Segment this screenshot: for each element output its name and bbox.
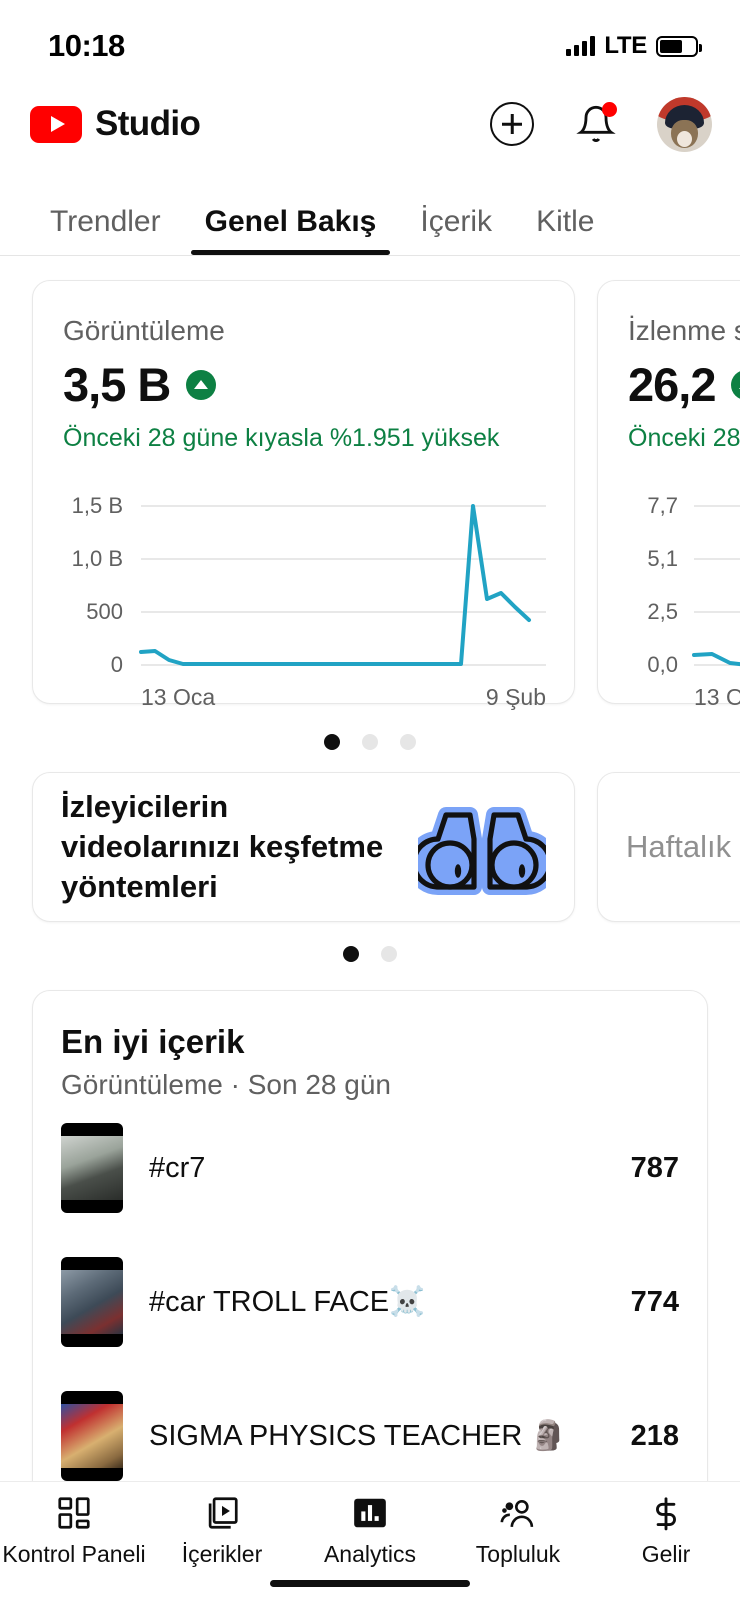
app-title: Studio bbox=[95, 104, 201, 143]
tip-card-weekly[interactable]: Haftalık bbox=[597, 772, 740, 922]
network-type-label: LTE bbox=[604, 32, 647, 59]
app-bar-actions bbox=[489, 96, 712, 152]
app-screen: 10:18 LTE Studio Trendler Genel Bakış İç… bbox=[0, 0, 740, 1601]
notification-badge bbox=[602, 102, 617, 117]
plus-circle-icon bbox=[490, 102, 534, 146]
status-bar-indicators: LTE bbox=[566, 32, 702, 60]
tab-kitle[interactable]: Kitle bbox=[514, 205, 616, 255]
y-tick-0: 0,0 bbox=[647, 652, 678, 677]
bar-chart-icon bbox=[354, 1498, 386, 1528]
nav-label: Analytics bbox=[323, 1541, 417, 1567]
metric-carousel[interactable]: Görüntüleme 3,5 B Önceki 28 güne kıyasla… bbox=[0, 256, 740, 710]
metric-label: Görüntüleme bbox=[63, 315, 225, 346]
y-tick-2: 1,0 B bbox=[72, 546, 123, 571]
create-button[interactable] bbox=[489, 101, 535, 147]
views-line-chart: 1,5 B 1,0 B 500 0 13 Oca 9 Şub bbox=[63, 487, 546, 710]
dashboard-icon bbox=[58, 1497, 90, 1529]
tab-genel-bakis[interactable]: Genel Bakış bbox=[183, 205, 399, 255]
carousel-dot-2[interactable] bbox=[362, 734, 378, 750]
metric-delta: Önceki 28 güne kıyasla %1.951 yüksek bbox=[63, 424, 500, 452]
table-row[interactable]: #cr7 787 bbox=[61, 1101, 679, 1235]
carousel-dot-1[interactable] bbox=[324, 734, 340, 750]
nav-label: Kontrol Paneli bbox=[2, 1541, 146, 1567]
y-tick-3: 7,7 bbox=[647, 493, 678, 518]
watchtime-line-chart: 7,7 5,1 2,5 0,0 13 Oca bbox=[628, 487, 740, 710]
nav-label: İçerikler bbox=[181, 1541, 263, 1567]
nav-label: Gelir bbox=[641, 1541, 691, 1567]
table-row[interactable]: #car TROLL FACE☠️ 774 bbox=[61, 1235, 679, 1369]
y-tick-0: 0 bbox=[111, 652, 123, 677]
tip-card-title: İzleyicilerin videolarınızı keşfetme yön… bbox=[61, 789, 384, 904]
people-icon bbox=[500, 1500, 534, 1527]
brand: Studio bbox=[30, 104, 201, 144]
row-value: 787 bbox=[630, 1151, 679, 1184]
metric-value-row: 26,2 bbox=[628, 357, 740, 412]
tips-dot-2[interactable] bbox=[381, 946, 397, 962]
status-bar: 10:18 LTE bbox=[0, 0, 740, 78]
battery-icon bbox=[656, 35, 702, 57]
carousel-dot-3[interactable] bbox=[400, 734, 416, 750]
top-content-subtitle: Görüntüleme · Son 28 gün bbox=[61, 1069, 391, 1100]
row-title: #cr7 bbox=[149, 1151, 206, 1184]
tips-carousel[interactable]: İzleyicilerin videolarınızı keşfetme yön… bbox=[0, 750, 740, 922]
avatar[interactable] bbox=[657, 96, 712, 152]
row-title: #car TROLL FACE☠️ bbox=[149, 1286, 426, 1318]
metric-value-row: 3,5 B bbox=[63, 357, 544, 412]
x-tick-start: 13 Oca bbox=[694, 684, 740, 710]
metric-card-watchtime[interactable]: İzlenme s 26,2 Önceki 28 7,7 5,1 2,5 0,0 bbox=[597, 280, 740, 710]
nav-item-analytics[interactable]: Analytics bbox=[296, 1494, 444, 1568]
metric-card-views[interactable]: Görüntüleme 3,5 B Önceki 28 güne kıyasla… bbox=[32, 280, 575, 710]
tab-trendler[interactable]: Trendler bbox=[28, 205, 183, 255]
row-value: 774 bbox=[630, 1285, 679, 1318]
tips-dot-1[interactable] bbox=[343, 946, 359, 962]
row-value: 218 bbox=[630, 1419, 679, 1452]
tip-card-title: Haftalık bbox=[626, 829, 732, 864]
metric-value: 3,5 B bbox=[63, 358, 171, 411]
row-title: SIGMA PHYSICS TEACHER 🗿 bbox=[149, 1420, 567, 1452]
y-tick-1: 500 bbox=[86, 599, 123, 624]
binoculars-icon bbox=[418, 807, 546, 895]
nav-item-kontrol-paneli[interactable]: Kontrol Paneli bbox=[0, 1494, 148, 1568]
tips-carousel-dots[interactable] bbox=[0, 922, 740, 962]
x-tick-start: 13 Oca bbox=[141, 684, 215, 710]
nav-item-gelir[interactable]: Gelir bbox=[592, 1494, 740, 1568]
overview-scroll-area[interactable]: Görüntüleme 3,5 B Önceki 28 güne kıyasla… bbox=[0, 256, 740, 1481]
tab-icerik[interactable]: İçerik bbox=[398, 205, 514, 255]
video-thumbnail bbox=[61, 1257, 123, 1347]
y-tick-3: 1,5 B bbox=[72, 493, 123, 518]
notifications-button[interactable] bbox=[573, 101, 619, 147]
table-row[interactable]: SIGMA PHYSICS TEACHER 🗿 218 bbox=[61, 1369, 679, 1481]
youtube-logo-icon bbox=[30, 105, 82, 143]
y-tick-1: 2,5 bbox=[647, 599, 678, 624]
nav-item-icerikler[interactable]: İçerikler bbox=[148, 1494, 296, 1568]
arrow-up-circle-icon bbox=[186, 369, 217, 400]
signal-bars-icon bbox=[566, 36, 596, 56]
app-bar: Studio bbox=[0, 78, 740, 170]
metric-delta: Önceki 28 bbox=[628, 424, 740, 452]
nav-item-topluluk[interactable]: Topluluk bbox=[444, 1494, 592, 1568]
y-tick-2: 5,1 bbox=[647, 546, 678, 571]
page-title: En iyi içerik bbox=[61, 1023, 245, 1060]
arrow-up-circle-icon bbox=[731, 369, 740, 400]
home-indicator bbox=[270, 1580, 470, 1587]
dollar-icon bbox=[656, 1497, 676, 1531]
top-content-card: En iyi içerik Görüntüleme · Son 28 gün #… bbox=[32, 990, 708, 1481]
tip-card-discovery[interactable]: İzleyicilerin videolarınızı keşfetme yön… bbox=[32, 772, 575, 922]
video-thumbnail bbox=[61, 1391, 123, 1481]
metric-label: İzlenme s bbox=[628, 315, 740, 346]
x-tick-end: 9 Şub bbox=[486, 684, 546, 710]
status-bar-clock: 10:18 bbox=[48, 28, 125, 63]
video-thumbnail bbox=[61, 1123, 123, 1213]
metric-value: 26,2 bbox=[628, 358, 716, 411]
nav-label: Topluluk bbox=[475, 1541, 561, 1567]
tab-bar: Trendler Genel Bakış İçerik Kitle bbox=[0, 170, 740, 256]
video-play-icon bbox=[208, 1497, 238, 1529]
